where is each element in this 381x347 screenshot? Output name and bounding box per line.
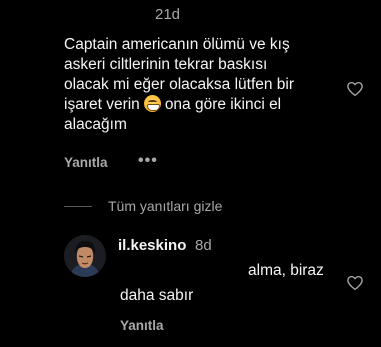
reply-text-line: alma, biraz (248, 262, 324, 279)
comment-timestamp: 21d (155, 6, 181, 23)
comment-line: askeri ciltlerinin tekrar baskısı (64, 56, 268, 73)
reply-text-line: daha sabır (120, 287, 194, 304)
comment-line: işaret verin ona göre ikinci el (64, 95, 326, 115)
grimacing-face-emoji-icon (143, 95, 161, 112)
comment-line: Captain americanın ölümü ve kış (64, 36, 290, 53)
reply-timestamp: 8d (195, 237, 212, 254)
reply-like-heart-icon[interactable] (346, 274, 364, 292)
reply-username[interactable]: il.keskino (118, 237, 186, 254)
comment-line-part: ona göre ikinci el (164, 96, 282, 113)
reply-button[interactable]: Yanıtla (64, 155, 108, 170)
comment-line-part: işaret verin (64, 96, 140, 113)
comment-line: olacak mi eğer olacaksa lütfen bir (64, 76, 295, 93)
more-options-button[interactable]: ••• (138, 152, 158, 170)
comment-line: alacağım (64, 116, 127, 133)
avatar[interactable] (64, 235, 106, 277)
hide-replies-divider (64, 206, 92, 207)
like-heart-icon[interactable] (346, 80, 364, 98)
comment-body: Captain americanın ölümü ve kış askeri c… (64, 35, 326, 135)
hide-replies-button[interactable]: Tüm yanıtları gizle (108, 198, 222, 214)
user-avatar-image (64, 235, 106, 277)
reply-reply-button[interactable]: Yanıtla (120, 318, 164, 333)
